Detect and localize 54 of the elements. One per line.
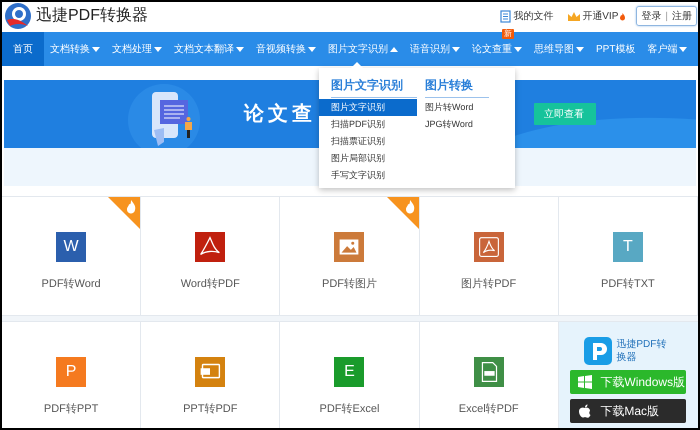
caret-down-icon: [576, 46, 584, 52]
letter-icon: T: [612, 232, 643, 262]
my-files-link[interactable]: 我的文件: [500, 8, 554, 24]
letter-icon: W: [56, 232, 86, 262]
tool-label: 图片转PDF: [461, 277, 516, 292]
tool-label: PDF转PPT: [44, 402, 98, 417]
tool-label: PPT转PDF: [183, 402, 238, 417]
flame-icon: [619, 12, 626, 20]
apple-icon: [578, 404, 592, 418]
caret-down-icon: [92, 46, 100, 52]
menu-item[interactable]: 扫描票证识别: [319, 133, 417, 150]
separator-text: |: [665, 10, 668, 24]
tool-card[interactable]: PPT转PDF: [141, 322, 280, 428]
crown-icon: [567, 10, 582, 22]
caret-down-icon: [236, 46, 244, 52]
tool-label: Excel转PDF: [458, 402, 519, 417]
menu-item[interactable]: 手写文字识别: [319, 167, 417, 184]
menu-heading: 图片转换: [425, 76, 489, 98]
caret-down-icon: [154, 46, 162, 52]
tool-card[interactable]: PDF转图片: [280, 197, 420, 315]
tool-label: PDF转图片: [322, 277, 377, 292]
site-title: 迅捷PDF转换器: [36, 6, 148, 26]
caret-up-icon: [390, 46, 398, 52]
caret-down-icon: [452, 46, 460, 52]
menu-item[interactable]: 图片文字识别: [319, 99, 417, 116]
tool-card[interactable]: W PDF转Word: [2, 197, 142, 315]
nav-item[interactable]: 首页: [2, 32, 44, 66]
caret-down-icon: [514, 46, 522, 52]
new-badge: 新: [502, 29, 514, 39]
tool-label: PDF转TXT: [601, 277, 655, 292]
vip-link[interactable]: 开通VIP: [567, 8, 626, 24]
document-icon: [500, 10, 512, 22]
caret-down-icon: [679, 46, 688, 52]
menu-item[interactable]: 图片局部识别: [319, 150, 417, 167]
menu-heading: 图片文字识别: [331, 76, 417, 98]
app-name: 迅捷PDF转换器: [616, 338, 668, 364]
banner-title: 论文查: [244, 102, 316, 127]
login-link[interactable]: 登录: [641, 8, 662, 24]
windows-icon: [578, 375, 592, 389]
tool-label: PDF转Excel: [320, 402, 380, 417]
menu-item[interactable]: 图片转Word: [425, 99, 505, 116]
caret-down-icon: [308, 46, 316, 52]
tool-card[interactable]: E PDF转Excel: [280, 322, 420, 428]
download-button[interactable]: 下载Mac版: [570, 399, 686, 423]
menu-item[interactable]: 扫描PDF识别: [319, 116, 417, 133]
letter-icon: E: [334, 357, 364, 387]
register-link[interactable]: 注册: [672, 8, 692, 24]
tool-label: Word转PDF: [180, 277, 240, 292]
tool-card[interactable]: Excel转PDF: [420, 322, 559, 428]
letter-icon: P: [56, 357, 86, 387]
menu-item[interactable]: JPG转Word: [425, 116, 505, 133]
tool-card[interactable]: P PDF转PPT: [2, 322, 142, 428]
app-logo-icon: [584, 337, 612, 365]
tool-label: PDF转Word: [42, 277, 101, 292]
